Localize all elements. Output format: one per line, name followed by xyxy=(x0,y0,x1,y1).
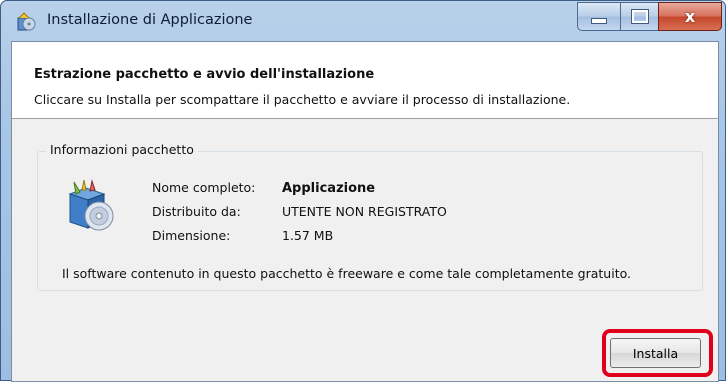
dialog-header: Estrazione pacchetto e avvio dell'instal… xyxy=(12,42,718,119)
window-title: Installazione di Applicazione xyxy=(47,12,253,28)
freeware-note: Il software contenuto in questo pacchett… xyxy=(62,266,632,281)
maximize-button[interactable] xyxy=(620,2,659,31)
minimize-icon xyxy=(591,18,607,24)
header-title: Estrazione pacchetto e avvio dell'instal… xyxy=(34,67,375,82)
info-value: Applicazione xyxy=(282,181,376,196)
info-label: Distribuito da: xyxy=(152,204,241,219)
close-button[interactable]: x xyxy=(658,2,722,31)
minimize-button[interactable] xyxy=(577,2,621,31)
info-value: UTENTE NON REGISTRATO xyxy=(282,204,447,219)
info-value: 1.57 MB xyxy=(282,228,334,243)
close-icon: x xyxy=(684,7,696,26)
title-bar[interactable]: Installazione di Applicazione x xyxy=(1,1,725,41)
header-description: Cliccare su Installa per scompattare il … xyxy=(34,92,571,107)
info-row-publisher: Distribuito da: UTENTE NON REGISTRATO xyxy=(152,204,447,219)
maximize-icon xyxy=(630,9,649,24)
installer-window: Installazione di Applicazione x Estrazio… xyxy=(0,0,726,382)
package-info-group: Informazioni pacchetto Nome completo: App… xyxy=(37,142,703,291)
group-label: Informazioni pacchetto xyxy=(46,142,198,157)
installer-app-icon xyxy=(15,12,37,32)
dialog-client-area: Estrazione pacchetto e avvio dell'instal… xyxy=(11,41,719,382)
info-label: Dimensione: xyxy=(152,228,231,243)
software-package-icon xyxy=(66,178,116,233)
info-row-name: Nome completo: Applicazione xyxy=(152,180,375,196)
info-row-size: Dimensione: 1.57 MB xyxy=(152,228,333,243)
install-button[interactable]: Installa xyxy=(610,338,701,368)
info-label: Nome completo: xyxy=(152,180,256,195)
